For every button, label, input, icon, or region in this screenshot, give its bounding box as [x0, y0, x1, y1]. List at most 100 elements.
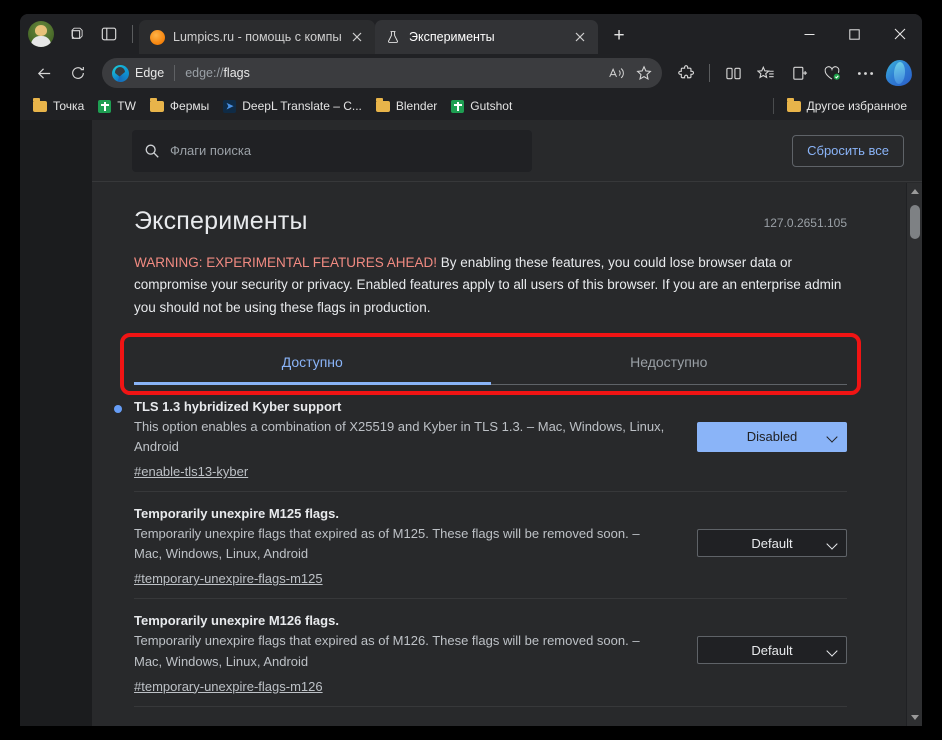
flag-select-wrapper: Disabled	[697, 421, 847, 452]
bookmark-label: Фермы	[169, 99, 210, 113]
flag-anchor-link[interactable]: #temporary-unexpire-flags-m126	[134, 679, 323, 694]
tab-search-icon[interactable]	[62, 19, 92, 49]
browser-essentials-icon[interactable]	[816, 58, 848, 88]
vertical-scrollbar[interactable]	[906, 183, 922, 726]
sheets-icon	[451, 99, 465, 113]
search-flags-box[interactable]	[132, 129, 532, 172]
extensions-puzzle-icon[interactable]	[670, 58, 702, 88]
bookmark-deepl[interactable]: ➤ DeepL Translate – C...	[216, 95, 369, 117]
bookmark-tochka[interactable]: Точка	[26, 95, 91, 117]
collections-add-icon[interactable]	[783, 58, 815, 88]
split-pane-icon[interactable]	[94, 19, 124, 49]
favorite-star-icon[interactable]	[630, 60, 658, 86]
folder-icon	[33, 97, 47, 112]
flag-name: Temporarily unexpire M125 flags.	[134, 506, 339, 522]
flag-select[interactable]: Disabled	[697, 421, 847, 452]
tab-strip-left-controls	[20, 14, 139, 54]
flag-name: Temporarily unexpire M126 flags.	[134, 613, 339, 629]
deepl-icon: ➤	[223, 99, 237, 113]
url-scheme: edge://	[185, 66, 224, 80]
experimental-warning: WARNING: EXPERIMENTAL FEATURES AHEAD! By…	[134, 252, 847, 319]
bookmark-tw[interactable]: TW	[91, 95, 143, 117]
url-path: flags	[223, 66, 250, 80]
reset-all-button[interactable]: Сбросить все	[792, 134, 904, 167]
bookmark-label: TW	[117, 99, 136, 113]
modified-flag-dot	[114, 404, 122, 413]
bookmark-label: DeepL Translate – C...	[242, 99, 362, 113]
flag-select[interactable]: Default	[697, 529, 847, 558]
flag-select-wrapper: Default	[697, 529, 847, 558]
flag-row: Temporarily unexpire M125 flags. Tempora…	[134, 492, 847, 600]
folder-icon	[149, 97, 164, 112]
tab-available[interactable]: Доступно	[134, 341, 491, 385]
edge-label: Edge	[135, 66, 165, 80]
page-viewport: Сбросить все Эксперименты 127.0.2651.105…	[20, 120, 922, 726]
flag-name: TLS 1.3 hybridized Kyber support	[134, 398, 342, 414]
flags-tabs: Доступно Недоступно	[134, 341, 847, 385]
toolbar-divider	[709, 64, 710, 82]
page-title: Эксперименты	[134, 207, 308, 235]
bookmarks-divider	[772, 98, 774, 114]
flag-row: TLS 1.3 hybridized Kyber support This op…	[114, 385, 847, 493]
toolbar-actions	[670, 58, 914, 88]
browser-tab-2-title: Эксперименты	[409, 30, 495, 44]
bookmark-label: Точка	[53, 99, 85, 113]
browser-tab-2[interactable]: Эксперименты	[375, 20, 598, 54]
page-header: Эксперименты 127.0.2651.105	[134, 207, 847, 236]
browser-tab-1-title: Lumpics.ru - помощь с компьют	[173, 30, 341, 44]
flag-anchor-link[interactable]: #temporary-unexpire-flags-m125	[134, 571, 323, 586]
reload-icon[interactable]	[62, 58, 94, 88]
close-icon[interactable]	[347, 27, 367, 47]
window-controls	[787, 14, 922, 54]
browser-tab-1[interactable]: Lumpics.ru - помощь с компьют	[139, 20, 375, 54]
bookmark-blender[interactable]: Blender	[369, 95, 444, 117]
flags-page: Сбросить все Эксперименты 127.0.2651.105…	[92, 120, 922, 726]
flag-name-partial: Override software rendering list	[134, 707, 847, 726]
flag-description: This option enables a combination of X25…	[134, 418, 665, 454]
address-bar[interactable]: Edge edge://flags	[102, 58, 662, 88]
bookmark-fermy[interactable]: Фермы	[143, 95, 216, 117]
flag-description: Temporarily unexpire flags that expired …	[134, 526, 640, 562]
address-url: edge://flags	[185, 66, 250, 80]
avatar[interactable]	[28, 21, 54, 47]
maximize-icon[interactable]	[832, 14, 877, 54]
favorites-list-icon[interactable]	[750, 58, 782, 88]
folder-icon	[375, 97, 390, 112]
search-input[interactable]	[170, 143, 520, 158]
flag-row: Temporarily unexpire M126 flags. Tempora…	[134, 599, 847, 707]
flag-select-wrapper: Default	[697, 636, 847, 665]
bookmark-gutshot[interactable]: Gutshot	[444, 95, 519, 117]
scroll-down-icon[interactable]	[907, 709, 922, 726]
bookmark-label: Gutshot	[470, 99, 513, 113]
flags-scroll-area: Эксперименты 127.0.2651.105 WARNING: EXP…	[92, 183, 922, 726]
version-label: 127.0.2651.105	[763, 216, 847, 230]
bookmark-label: Blender	[395, 99, 438, 113]
tab-unavailable-label: Недоступно	[630, 354, 708, 371]
navigation-bar: Edge edge://flags	[20, 54, 922, 92]
tab-strip-divider	[132, 25, 133, 43]
flag-anchor-link[interactable]: #enable-tls13-kyber	[134, 464, 248, 479]
split-screen-icon[interactable]	[717, 58, 749, 88]
copilot-icon[interactable]	[885, 60, 913, 86]
flag-select[interactable]: Default	[697, 636, 847, 665]
address-bar-actions	[602, 60, 658, 86]
scrollbar-thumb[interactable]	[910, 205, 920, 239]
address-divider	[174, 65, 176, 81]
more-options-icon[interactable]	[849, 58, 881, 88]
folder-icon	[786, 97, 801, 112]
orange-circle-icon	[149, 29, 165, 45]
flask-icon	[385, 29, 401, 45]
search-icon	[144, 143, 160, 159]
flags-search-row: Сбросить все	[92, 120, 922, 182]
close-icon[interactable]	[570, 27, 590, 47]
tab-strip: Lumpics.ru - помощь с компьют Эксперимен…	[20, 14, 922, 54]
bookmarks-bar-right: Другое избранное	[772, 92, 914, 120]
bookmark-other-favorites[interactable]: Другое избранное	[780, 95, 914, 117]
scroll-up-icon[interactable]	[907, 183, 922, 200]
tab-unavailable[interactable]: Недоступно	[491, 341, 848, 384]
back-arrow-icon[interactable]	[28, 58, 60, 88]
minimize-icon[interactable]	[787, 14, 832, 54]
read-aloud-icon[interactable]	[602, 60, 630, 86]
close-window-icon[interactable]	[877, 14, 922, 54]
new-tab-button[interactable]: +	[604, 21, 634, 51]
